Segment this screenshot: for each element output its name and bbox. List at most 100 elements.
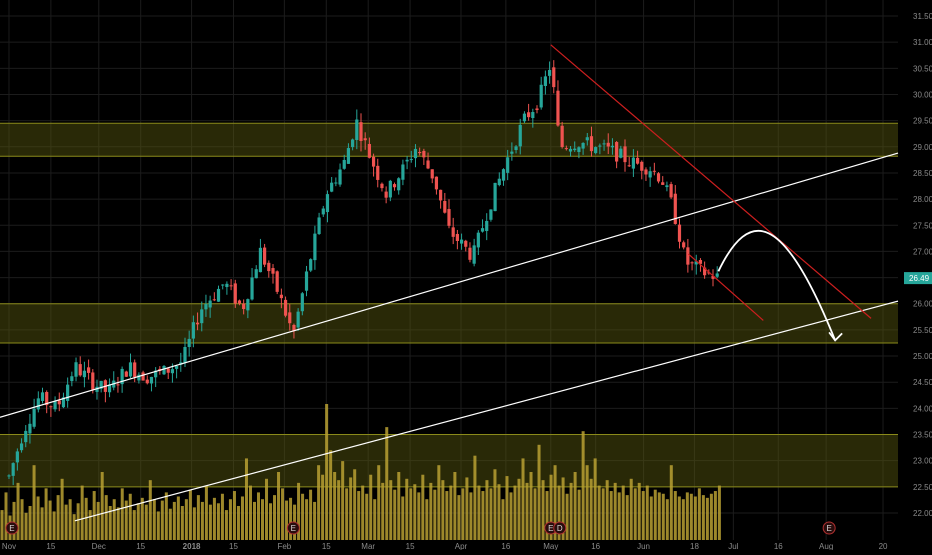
volume-bar <box>188 489 192 540</box>
volume-bar <box>357 491 361 540</box>
volume-bar <box>533 488 537 540</box>
y-tick-label: 27.50 <box>913 221 932 230</box>
candle-body <box>271 268 275 274</box>
candle-body <box>57 400 61 405</box>
candle-body <box>677 224 682 242</box>
volume-bar <box>705 497 709 540</box>
candle-body <box>91 372 95 390</box>
volume-bar <box>345 488 349 540</box>
volume-bar <box>477 485 481 540</box>
candle-body <box>74 362 78 377</box>
candle-body <box>485 220 489 232</box>
volume-bar <box>641 491 645 540</box>
volume-bar <box>649 496 653 540</box>
candle-body <box>602 143 606 145</box>
volume-bar <box>309 489 313 540</box>
candle-body <box>250 277 254 300</box>
candle-body <box>313 233 317 261</box>
volume-bar <box>613 482 617 540</box>
x-tick-label: Dec <box>92 542 106 550</box>
candle-body <box>648 171 652 178</box>
volume-bar <box>0 510 4 540</box>
volume-bar <box>44 488 48 540</box>
candle-body <box>376 165 380 180</box>
volume-bar <box>517 478 521 540</box>
volume-bar <box>172 501 176 540</box>
volume-bar <box>329 450 333 540</box>
candle-body <box>682 242 686 248</box>
earnings-marker-label: E <box>548 524 553 533</box>
volume-bar <box>373 499 377 540</box>
candle-body <box>543 76 547 86</box>
candle-body <box>501 169 506 181</box>
candle-body <box>233 283 237 304</box>
volume-bar <box>437 465 441 540</box>
y-tick-label: 25.50 <box>913 326 932 335</box>
candle-body <box>128 362 133 377</box>
y-tick-label: 24.00 <box>913 404 932 413</box>
candle-body <box>455 233 459 241</box>
candle-body <box>472 245 476 264</box>
candle-body <box>195 322 200 325</box>
candle-body <box>162 365 166 375</box>
volume-bar <box>144 504 148 540</box>
candle-body <box>246 299 250 311</box>
volume-bar <box>224 510 228 540</box>
y-tick-label: 28.00 <box>913 195 932 204</box>
volume-bar <box>277 472 281 540</box>
volume-bar <box>341 461 345 540</box>
volume-bar <box>385 427 389 540</box>
volume-bar <box>236 506 240 540</box>
volume-bar <box>529 472 533 540</box>
candle-body <box>560 125 564 148</box>
candle-body <box>656 173 661 182</box>
last-price-label: 26.49 <box>909 274 930 283</box>
volume-bar <box>377 465 381 540</box>
volume-bar <box>369 474 373 540</box>
y-tick-label: 22.50 <box>913 483 932 492</box>
volume-bar <box>136 503 140 540</box>
volume-bar <box>84 497 88 540</box>
earnings-marker-label: E <box>291 524 296 533</box>
candle-body <box>325 194 330 213</box>
volume-bar <box>72 514 76 540</box>
volume-bar <box>397 472 401 540</box>
candle-body <box>443 200 447 213</box>
volume-bar <box>421 474 425 540</box>
candle-body <box>627 165 631 167</box>
candle-body <box>552 67 556 88</box>
candle-body <box>237 300 242 304</box>
candle-body <box>338 169 342 185</box>
candle-body <box>87 367 91 373</box>
x-tick-label: Apr <box>455 542 468 550</box>
volume-bar <box>621 485 625 540</box>
candle-body <box>208 300 212 308</box>
candle-body <box>309 259 313 271</box>
y-tick-label: 25.00 <box>913 352 932 361</box>
volume-bar <box>349 477 353 540</box>
volume-bar <box>473 455 477 540</box>
candle-body <box>166 368 170 373</box>
volume-bar <box>505 476 509 540</box>
candle-body <box>589 136 594 152</box>
earnings-marker-label: D <box>557 524 563 533</box>
volume-bar <box>585 465 589 540</box>
volume-bar <box>693 496 697 540</box>
volume-bar <box>88 510 92 540</box>
candlestick-chart[interactable]: EEEDE 31.5031.0030.5030.0029.5029.0028.5… <box>0 0 932 551</box>
candle-body <box>221 284 225 286</box>
candle-body <box>191 322 195 339</box>
volume-bar <box>285 500 289 540</box>
candle-body <box>70 376 74 382</box>
volume-bar <box>381 482 385 540</box>
candle-body <box>124 371 128 377</box>
candle-body <box>78 364 82 376</box>
candle-body <box>296 311 300 328</box>
volume-bar <box>353 469 357 540</box>
volume-bar <box>48 500 52 540</box>
volume-bar <box>673 491 677 540</box>
candle-body <box>40 392 45 401</box>
candle-body <box>594 147 598 154</box>
x-tick-label: May <box>543 542 558 550</box>
candle-body <box>116 384 120 386</box>
